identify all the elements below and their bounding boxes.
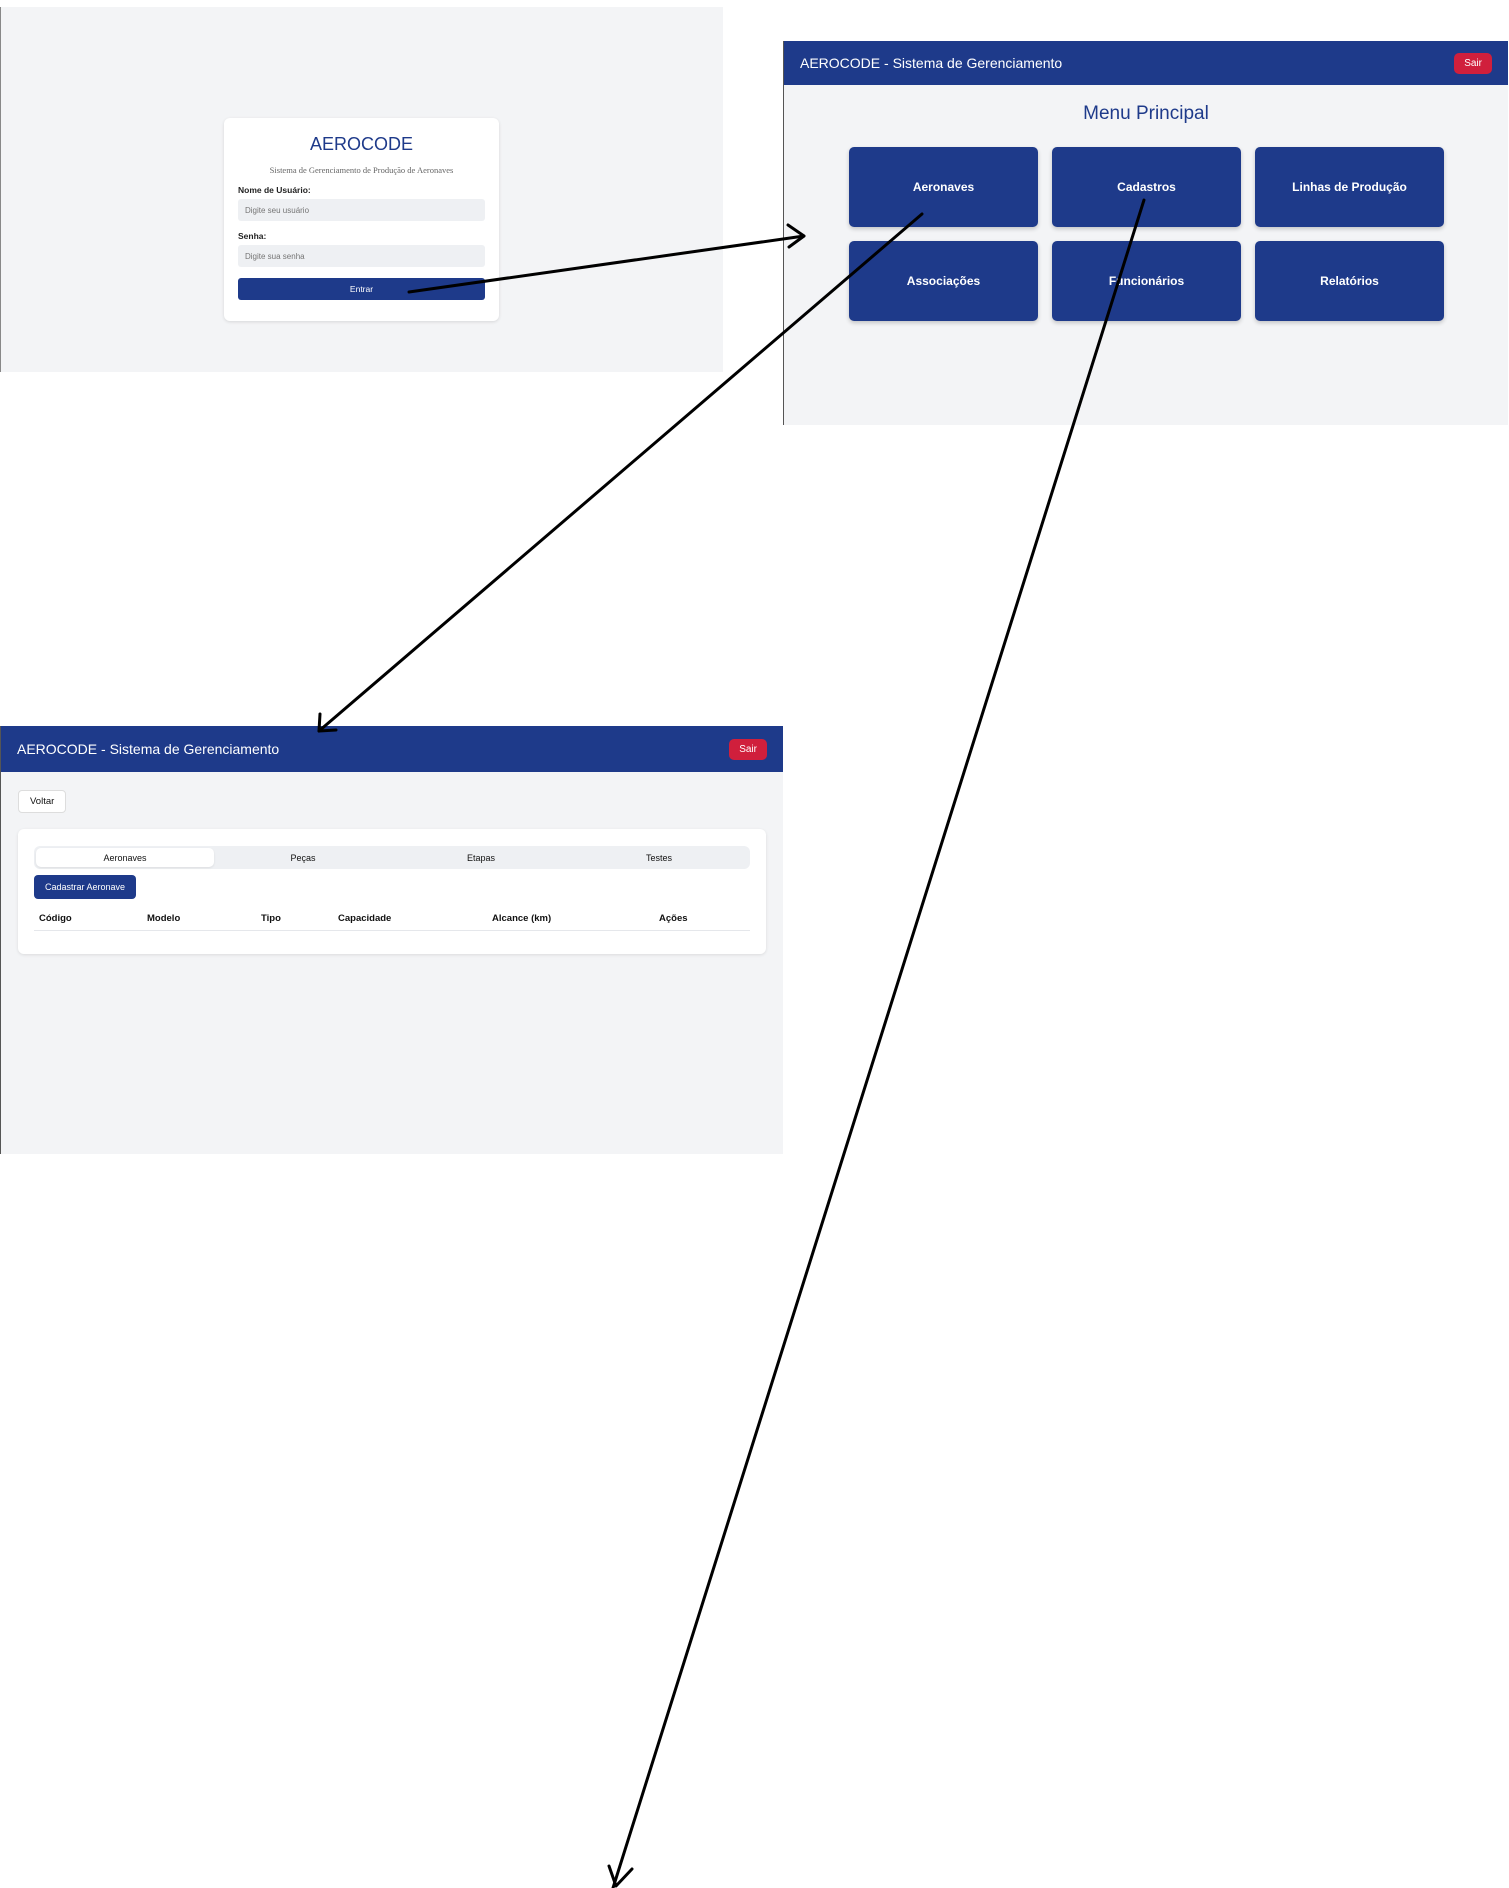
arrow-menu-to-cadastros — [611, 198, 1146, 1888]
flow-arrows — [317, 198, 1146, 1888]
arrow-login-to-menu — [407, 234, 806, 294]
